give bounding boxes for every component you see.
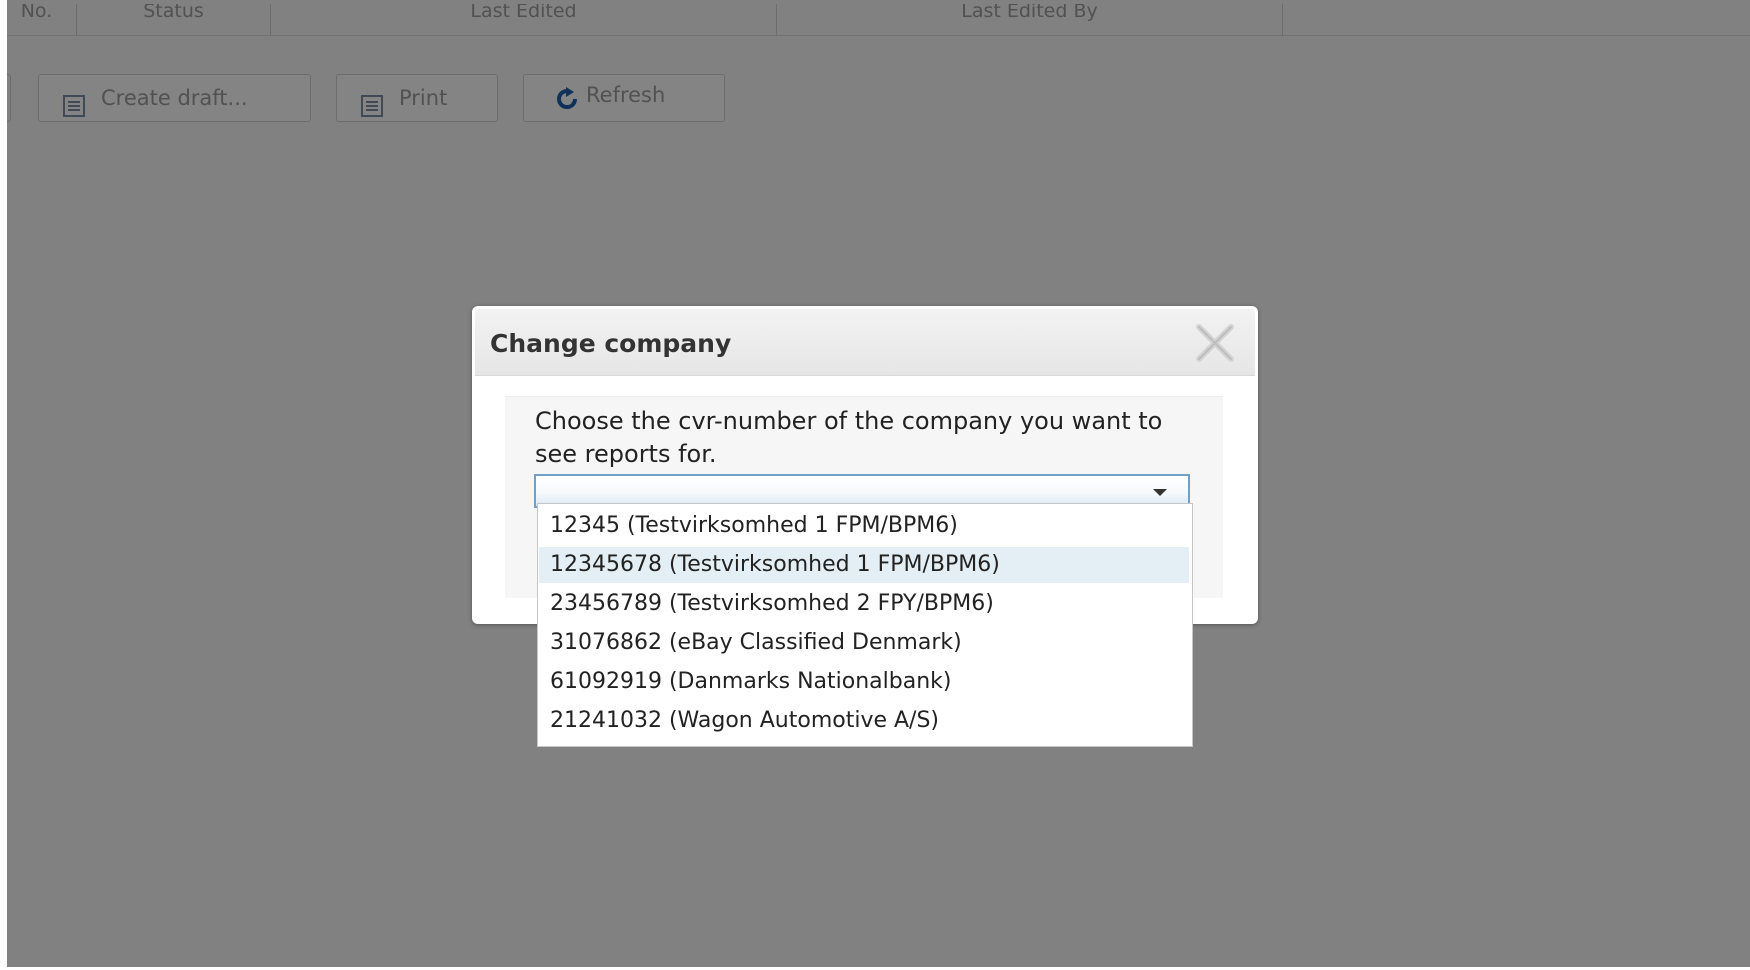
dropdown-option[interactable]: 21241032 (Wagon Automotive A/S) [539, 703, 1189, 739]
dropdown-option[interactable]: 12345 (Testvirksomhed 1 FPM/BPM6) [539, 508, 1189, 544]
dropdown-option-highlighted[interactable]: 12345678 (Testvirksomhed 1 FPM/BPM6) [539, 547, 1189, 583]
dropdown-option[interactable]: 23456789 (Testvirksomhed 2 FPY/BPM6) [539, 586, 1189, 622]
dialog-title: Change company [490, 329, 732, 358]
chevron-down-icon[interactable] [1153, 489, 1167, 496]
dialog-header: Change company [475, 309, 1255, 376]
dropdown-option[interactable]: 31076862 (eBay Classified Denmark) [539, 625, 1189, 661]
dropdown-option[interactable]: 61092919 (Danmarks Nationalbank) [539, 664, 1189, 700]
dialog-prompt: Choose the cvr-number of the company you… [535, 407, 1163, 468]
company-dropdown-list: 12345 (Testvirksomhed 1 FPM/BPM6) 123456… [537, 503, 1193, 747]
close-icon[interactable] [1193, 321, 1237, 365]
